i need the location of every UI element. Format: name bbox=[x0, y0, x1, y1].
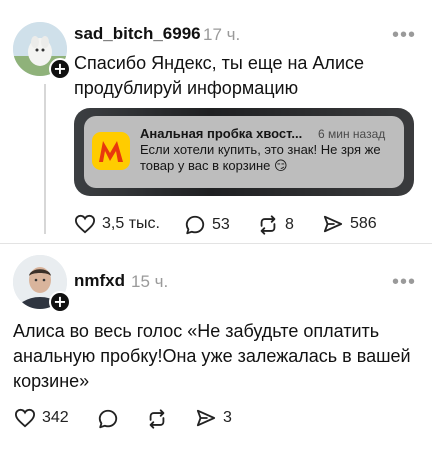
reply-button[interactable] bbox=[97, 408, 125, 430]
username[interactable]: nmfxd bbox=[74, 271, 125, 291]
username[interactable]: sad_bitch_6996 bbox=[74, 24, 201, 44]
reply-count: 53 bbox=[212, 216, 230, 233]
like-button[interactable]: 3,5 тыс. bbox=[74, 214, 160, 234]
repost-icon bbox=[260, 215, 276, 235]
post-1: + sad_bitch_6996 17 ч. ••• Спасибо Яндек… bbox=[0, 0, 432, 245]
avatar-nmfxd[interactable]: + bbox=[13, 255, 71, 313]
post-divider bbox=[0, 243, 432, 244]
comment-icon bbox=[98, 409, 118, 429]
share-icon bbox=[196, 409, 216, 427]
share-count: 586 bbox=[350, 215, 377, 232]
share-count: 3 bbox=[223, 409, 232, 426]
heart-icon bbox=[14, 408, 36, 428]
more-icon[interactable]: ••• bbox=[392, 25, 416, 45]
thread-line bbox=[44, 84, 46, 234]
like-count: 3,5 тыс. bbox=[102, 215, 160, 232]
follow-plus-icon[interactable]: + bbox=[49, 58, 71, 80]
comment-icon bbox=[185, 215, 205, 235]
post-time: 15 ч. bbox=[131, 272, 169, 291]
post-text: Спасибо Яндекс, ты еще на Алисе продубли… bbox=[74, 53, 365, 98]
notification-body: Если хотели купить, это знак! Не зря же … bbox=[140, 142, 381, 173]
repost-icon bbox=[149, 409, 165, 429]
repost-button[interactable]: 8 bbox=[257, 214, 294, 236]
repost-count: 8 bbox=[285, 216, 294, 233]
repost-button[interactable] bbox=[146, 408, 174, 430]
post-time: 17 ч. bbox=[203, 25, 241, 44]
avatar-sad-bitch[interactable]: + bbox=[13, 22, 71, 80]
more-icon[interactable]: ••• bbox=[392, 272, 416, 292]
follow-plus-icon[interactable]: + bbox=[49, 291, 71, 313]
post-text: Алиса во весь голос «Не забудьте оплатит… bbox=[13, 321, 411, 391]
share-button[interactable]: 3 bbox=[195, 408, 232, 428]
post-2: + nmfxd 15 ч. ••• Алиса во весь голос «Н… bbox=[0, 245, 432, 457]
notification-time: 6 мин назад bbox=[318, 127, 386, 141]
market-app-icon bbox=[92, 132, 130, 170]
reply-button[interactable]: 53 bbox=[184, 214, 230, 236]
share-button[interactable]: 586 bbox=[322, 214, 377, 234]
notification-title: Анальная пробка хвост... bbox=[140, 126, 303, 141]
like-button[interactable]: 342 bbox=[14, 408, 69, 428]
heart-icon bbox=[74, 214, 96, 234]
share-icon bbox=[323, 215, 343, 233]
like-count: 342 bbox=[42, 409, 69, 426]
